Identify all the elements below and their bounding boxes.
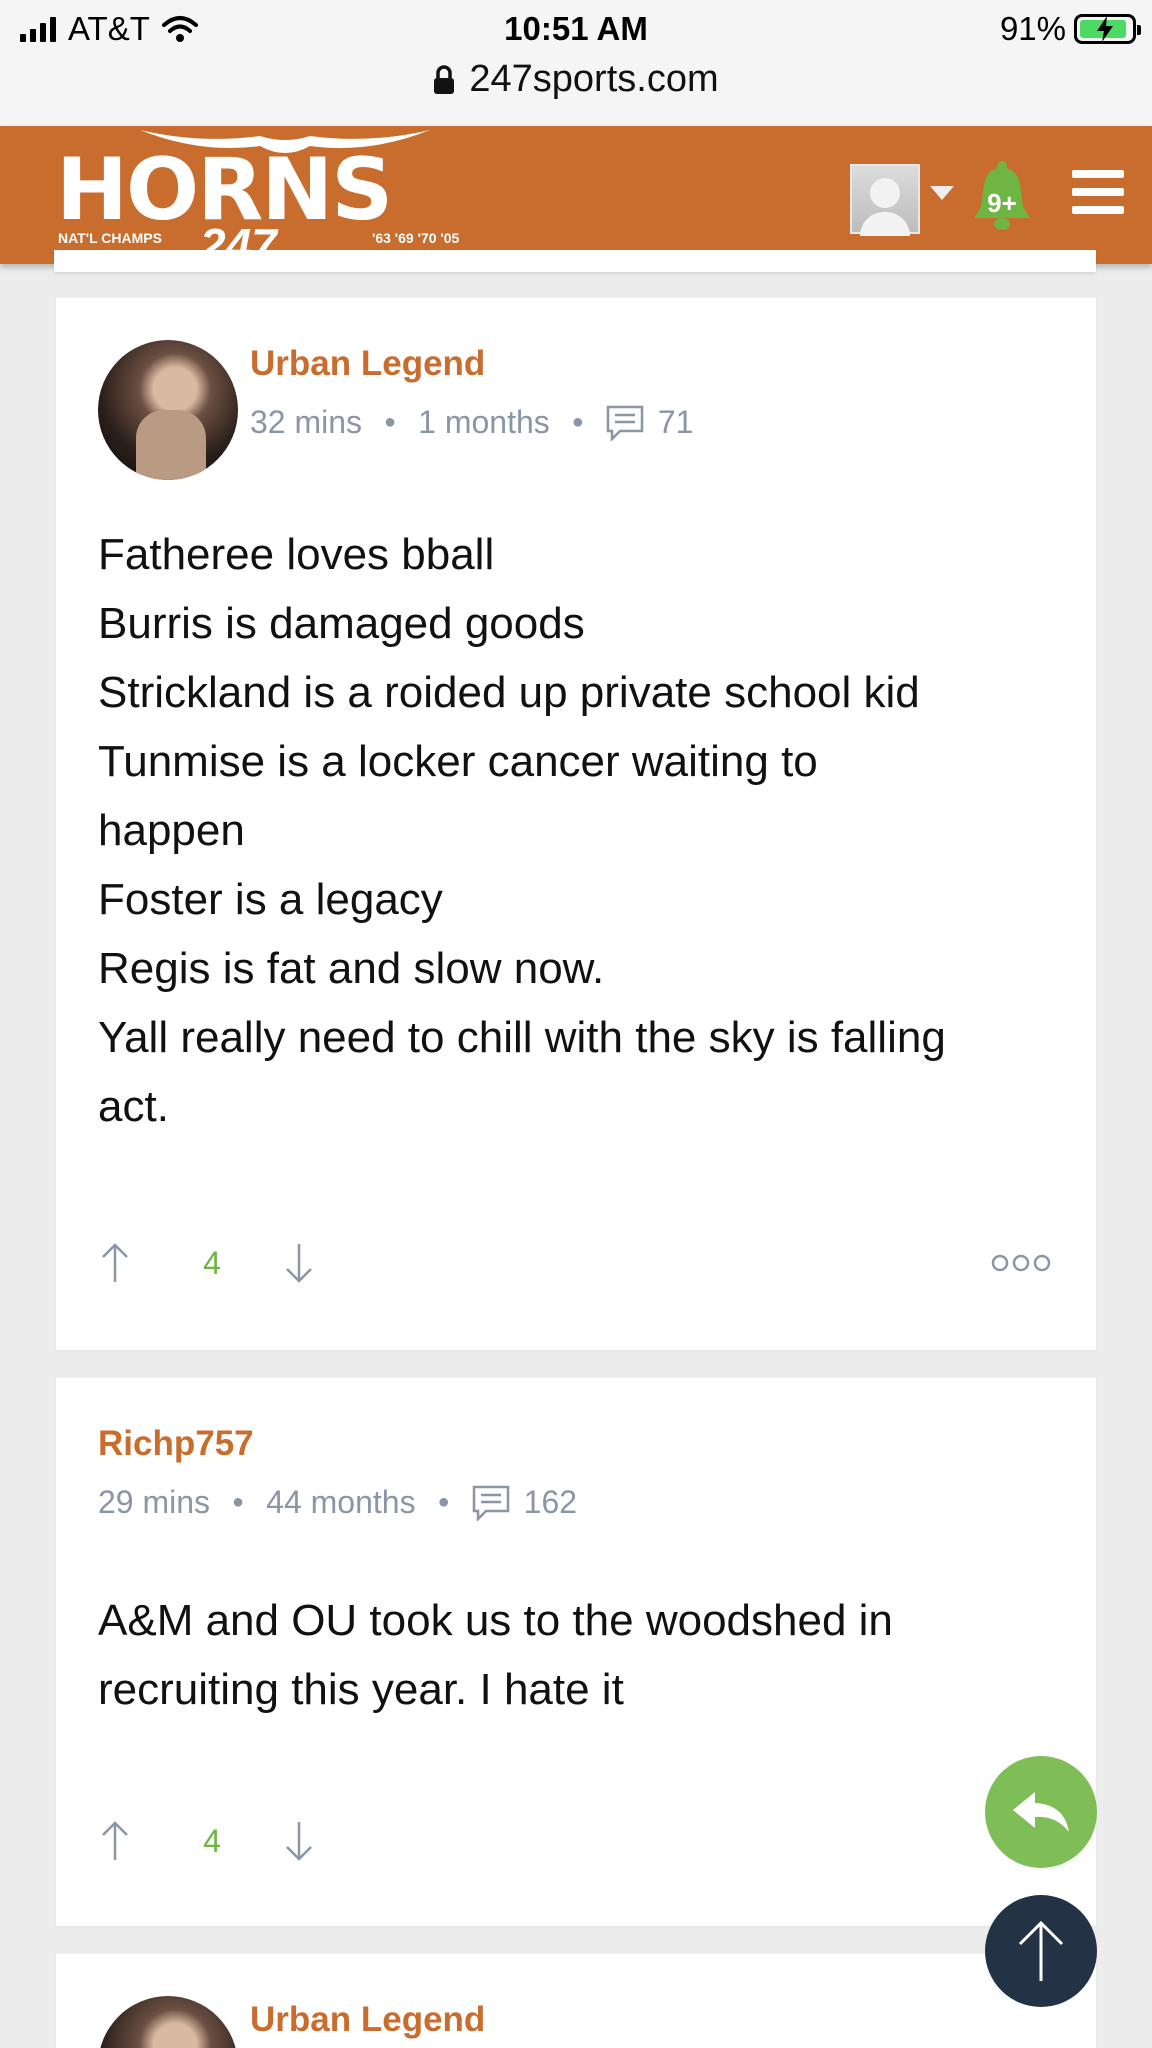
comment-icon: [472, 1485, 509, 1521]
vote-count: 4: [203, 1822, 221, 1859]
post-line: recruiting this year. I hate it: [98, 1665, 624, 1714]
post-body: A&M and OU took us to the woodshed in re…: [98, 1586, 893, 1724]
post-meta: 32 mins ● 1 months ● 71: [250, 404, 694, 441]
post-meta: 29 mins ● 44 months ● 162: [98, 1484, 578, 1521]
chevron-down-icon[interactable]: [930, 186, 954, 200]
post-line: Yall really need to chill with the sky i…: [98, 1013, 946, 1062]
post-line: A&M and OU took us to the woodshed in: [98, 1596, 893, 1645]
post-line: Regis is fat and slow now.: [98, 944, 605, 993]
downvote-arrow-icon[interactable]: [284, 1242, 314, 1284]
downvote-arrow-icon[interactable]: [284, 1820, 314, 1862]
site-header: HORNS NAT'L CHAMPS 247 '63 '69 '70 '05 9…: [0, 126, 1152, 271]
lock-icon: [434, 64, 455, 94]
author-avatar[interactable]: [98, 340, 238, 480]
post-line: Fatheree loves bball: [98, 530, 495, 579]
post-count: 162: [523, 1484, 578, 1520]
author-avatar[interactable]: [98, 1996, 238, 2048]
hamburger-menu-icon[interactable]: [1072, 170, 1124, 214]
clock: 10:51 AM: [504, 10, 648, 47]
reply-icon: [1013, 1792, 1069, 1832]
user-avatar-button[interactable]: [850, 164, 920, 236]
url-text: 247sports.com: [469, 58, 719, 100]
post-count: 71: [657, 404, 694, 440]
upvote-arrow-icon[interactable]: [100, 1820, 130, 1862]
post-body: Fatheree loves bball Burris is damaged g…: [98, 520, 946, 1141]
battery-percent: 91%: [999, 10, 1066, 47]
arrow-up-icon: [1018, 1920, 1064, 1981]
post-card: Urban Legend 32 mins ● 1 months ● 71 Fat…: [56, 298, 1096, 1350]
status-bar: AT&T 10:51 AM 91% 247sports.com: [0, 0, 1152, 126]
vote-count: 4: [203, 1244, 221, 1281]
address-bar[interactable]: 247sports.com: [0, 58, 1152, 101]
scroll-to-top-button[interactable]: [985, 1895, 1097, 2007]
logo-subtitle: NAT'L CHAMPS: [58, 230, 162, 246]
notification-count: 9+: [987, 188, 1017, 218]
logo-years: '63 '69 '70 '05: [372, 230, 460, 246]
post-card: Urban Legend: [56, 1954, 1096, 2048]
author-name[interactable]: Urban Legend: [250, 344, 485, 384]
notifications-button[interactable]: 9+: [972, 160, 1032, 232]
site-logo[interactable]: HORNS NAT'L CHAMPS 247 '63 '69 '70 '05: [54, 126, 494, 271]
upvote-arrow-icon[interactable]: [100, 1242, 130, 1284]
post-time: 29 mins: [98, 1484, 211, 1520]
author-name[interactable]: Richp757: [98, 1424, 254, 1464]
post-line: Foster is a legacy: [98, 875, 443, 924]
vote-controls: 4: [100, 1242, 314, 1284]
member-since: 1 months: [418, 404, 550, 440]
post-time: 32 mins: [250, 404, 363, 440]
battery-status: 91%: [999, 10, 1141, 48]
battery-icon: [1074, 14, 1141, 44]
post-line: Tunmise is a locker cancer waiting to: [98, 737, 818, 786]
post-line: Strickland is a roided up private school…: [98, 668, 920, 717]
post-line: happen: [98, 806, 245, 855]
previous-post-card: [54, 250, 1096, 272]
author-name[interactable]: Urban Legend: [250, 2000, 485, 2040]
post-card: Richp757 29 mins ● 44 months ● 162 A&M a…: [56, 1378, 1096, 1926]
post-line: Burris is damaged goods: [98, 599, 585, 648]
reply-button[interactable]: [985, 1756, 1097, 1868]
post-line: act.: [98, 1082, 169, 1131]
comment-icon: [606, 405, 644, 441]
member-since: 44 months: [266, 1484, 416, 1520]
more-options-icon[interactable]: [991, 1253, 1051, 1273]
vote-controls: 4: [100, 1820, 314, 1862]
